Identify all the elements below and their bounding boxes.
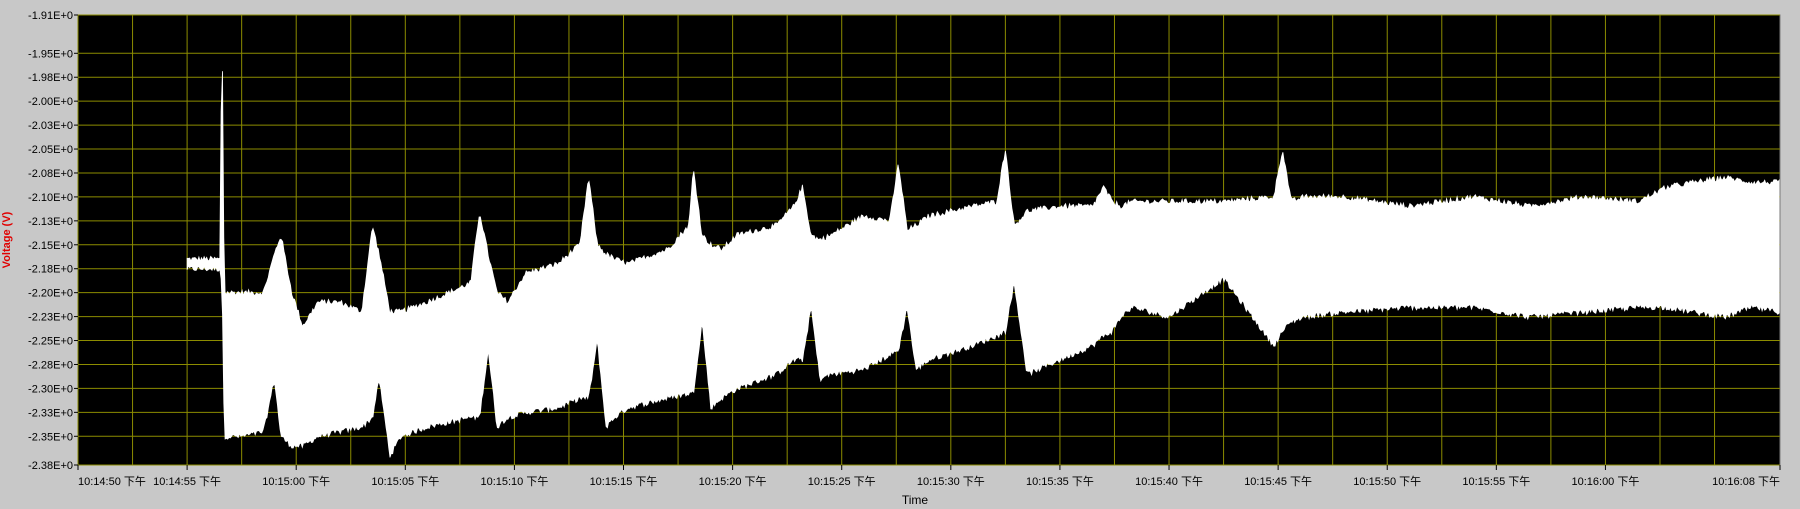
x-tick-label: 10:15:35 下午	[1026, 475, 1094, 488]
x-tick-label: 10:15:45 下午	[1244, 475, 1312, 488]
x-tick-label: 10:15:30 下午	[917, 475, 985, 488]
y-tick-label: -1.98E+0	[28, 72, 73, 84]
y-tick-label: -2.05E+0	[28, 144, 73, 156]
x-tick-label: 10:15:40 下午	[1135, 475, 1203, 488]
x-tick-label: 10:15:25 下午	[808, 475, 876, 488]
x-tick-label: 10:14:50 下午	[78, 475, 146, 488]
y-tick-label: -2.03E+0	[28, 120, 73, 132]
y-tick-label: -1.95E+0	[28, 48, 73, 60]
x-axis-label: Time	[902, 493, 929, 504]
x-tick-label: 10:15:05 下午	[371, 475, 439, 488]
y-tick-label: -2.18E+0	[28, 264, 73, 276]
y-axis-label: Voltage (V)	[1, 211, 13, 268]
x-tick-label: 10:14:55 下午	[153, 475, 221, 488]
y-tick-label: -2.15E+0	[28, 240, 73, 252]
x-tick-label: 10:15:00 下午	[262, 475, 330, 488]
y-tick-label: -2.28E+0	[28, 359, 73, 371]
y-tick-label: -2.30E+0	[28, 383, 73, 395]
y-tick-label: -2.33E+0	[28, 407, 73, 419]
x-tick-layer: 10:14:50 下午 10:14:55 下午 10:15:00 下午 10:15:0…	[77, 465, 1781, 488]
y-tick-label: -2.35E+0	[28, 431, 73, 443]
x-tick-label: 10:16:00 下午	[1571, 475, 1639, 488]
x-tick-label: 10:16:08 下午	[1712, 475, 1780, 488]
y-tick-label: -2.23E+0	[28, 312, 73, 324]
y-tick-label: -1.91E+0	[28, 10, 73, 22]
y-tick-layer: -1.91E+0 -1.95E+0 -1.98E+0 -2.00E+0 -2.03E+0…	[28, 10, 78, 472]
y-tick-label: -2.00E+0	[28, 96, 73, 108]
x-tick-label: 10:15:55 下午	[1462, 475, 1530, 488]
y-tick-label: -2.20E+0	[28, 288, 73, 300]
y-tick-label: -2.10E+0	[28, 192, 73, 204]
x-tick-label: 10:15:10 下午	[480, 475, 548, 488]
y-tick-label: -2.38E+0	[28, 460, 73, 472]
x-tick-label: 10:15:50 下午	[1353, 475, 1421, 488]
y-tick-label: -2.13E+0	[28, 216, 73, 228]
y-tick-label: -2.08E+0	[28, 168, 73, 180]
y-tick-label: -2.25E+0	[28, 336, 73, 348]
voltage-chart: -1.91E+0 -1.95E+0 -1.98E+0 -2.00E+0 -2.03E+0…	[0, 0, 1800, 507]
x-tick-label: 10:15:20 下午	[699, 475, 767, 488]
chart-svg: -1.91E+0 -1.95E+0 -1.98E+0 -2.00E+0 -2.03E+0…	[1, 10, 1781, 507]
x-tick-label: 10:15:15 下午	[590, 475, 658, 488]
